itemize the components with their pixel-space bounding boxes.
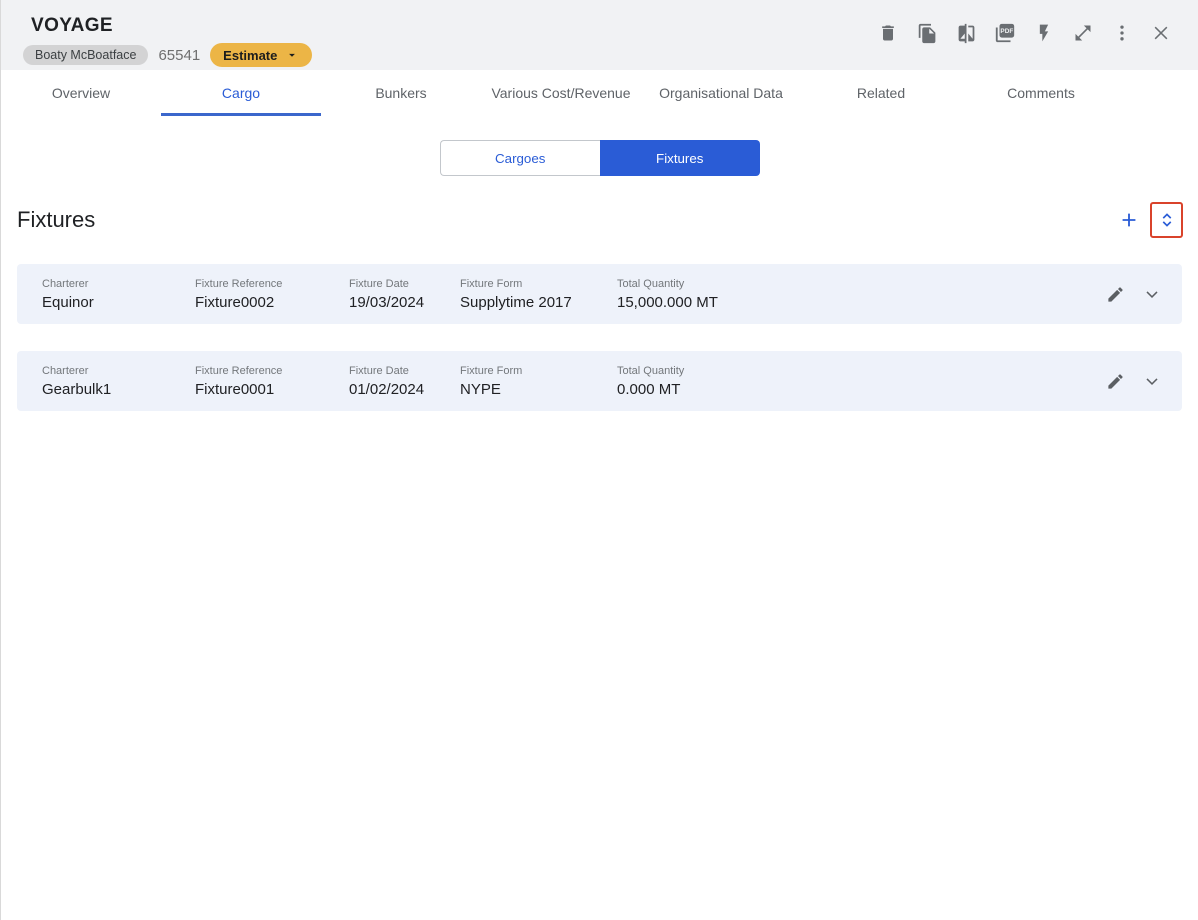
expand-row-button[interactable]	[1140, 282, 1164, 306]
expand-row-button[interactable]	[1140, 369, 1164, 393]
fixture-form-cell: Fixture Form Supplytime 2017	[460, 278, 617, 311]
fixture-row[interactable]: Charterer Gearbulk1 Fixture Reference Fi…	[17, 351, 1182, 411]
fixture-reference-label: Fixture Reference	[195, 365, 349, 377]
total-quantity-label: Total Quantity	[617, 365, 1103, 377]
charterer-label: Charterer	[42, 278, 195, 290]
fixture-form-value: Supplytime 2017	[460, 294, 617, 311]
duplicate-button[interactable]	[916, 22, 938, 44]
toggle-fixtures[interactable]: Fixtures	[600, 140, 760, 176]
fixture-date-cell: Fixture Date 01/02/2024	[349, 365, 460, 398]
edit-fixture-button[interactable]	[1103, 369, 1127, 393]
charterer-cell: Charterer Gearbulk1	[42, 365, 195, 398]
charterer-value: Gearbulk1	[42, 381, 195, 398]
tab-label: Comments	[1007, 85, 1075, 101]
expand-icon	[1073, 23, 1093, 43]
total-quantity-value: 0.000 MT	[617, 381, 1103, 398]
fixture-date-cell: Fixture Date 19/03/2024	[349, 278, 460, 311]
fixture-reference-value: Fixture0002	[195, 294, 349, 311]
view-toggle-wrap: Cargoes Fixtures	[1, 140, 1198, 176]
section-actions	[1117, 202, 1183, 238]
fixture-reference-value: Fixture0001	[195, 381, 349, 398]
charterer-cell: Charterer Equinor	[42, 278, 195, 311]
fixture-reference-cell: Fixture Reference Fixture0002	[195, 278, 349, 311]
tab-overview[interactable]: Overview	[1, 70, 161, 116]
fixture-reference-cell: Fixture Reference Fixture0001	[195, 365, 349, 398]
svg-text:PDF: PDF	[1000, 28, 1013, 35]
compare-button[interactable]	[955, 22, 977, 44]
pencil-icon	[1106, 372, 1125, 391]
toggle-cargoes-label: Cargoes	[495, 151, 545, 166]
pdf-icon: PDF	[994, 22, 1016, 44]
toggle-cargoes[interactable]: Cargoes	[440, 140, 601, 176]
delete-icon	[878, 23, 898, 43]
fixtures-section-header: Fixtures	[1, 200, 1198, 240]
fixtures-list: Charterer Equinor Fixture Reference Fixt…	[1, 264, 1198, 411]
tab-various-cost-revenue[interactable]: Various Cost/Revenue	[481, 70, 641, 116]
header-subrow: Boaty McBoatface 65541 Estimate	[23, 43, 312, 67]
section-title: Fixtures	[17, 207, 95, 233]
sort-fixtures-button[interactable]	[1150, 202, 1183, 238]
fixture-date-label: Fixture Date	[349, 278, 460, 290]
flash-icon	[1034, 23, 1054, 43]
total-quantity-cell: Total Quantity 0.000 MT	[617, 365, 1103, 398]
header-toolbar: PDF	[877, 22, 1172, 44]
plus-icon	[1118, 209, 1140, 231]
tab-bar: Overview Cargo Bunkers Various Cost/Reve…	[1, 70, 1198, 116]
toggle-fixtures-label: Fixtures	[656, 151, 703, 166]
more-options-button[interactable]	[1111, 22, 1133, 44]
fixture-date-label: Fixture Date	[349, 365, 460, 377]
unfold-sort-icon	[1158, 210, 1176, 230]
edit-fixture-button[interactable]	[1103, 282, 1127, 306]
add-fixture-button[interactable]	[1117, 208, 1141, 232]
close-button[interactable]	[1150, 22, 1172, 44]
page-title: VOYAGE	[31, 15, 113, 37]
more-options-icon	[1112, 23, 1132, 43]
view-toggle: Cargoes Fixtures	[440, 140, 760, 176]
voyage-number: 65541	[158, 47, 200, 64]
copy-icon	[917, 23, 938, 44]
vessel-chip: Boaty McBoatface	[23, 45, 148, 66]
pencil-icon	[1106, 285, 1125, 304]
caret-down-icon	[285, 48, 299, 62]
chevron-down-icon	[1142, 284, 1162, 304]
quick-actions-button[interactable]	[1033, 22, 1055, 44]
total-quantity-label: Total Quantity	[617, 278, 1103, 290]
estimate-label: Estimate	[223, 48, 277, 63]
fixture-form-label: Fixture Form	[460, 278, 617, 290]
tab-label: Cargo	[222, 85, 260, 101]
tab-label: Bunkers	[375, 85, 426, 101]
fixture-date-value: 01/02/2024	[349, 381, 460, 398]
tab-related[interactable]: Related	[801, 70, 961, 116]
fullscreen-button[interactable]	[1072, 22, 1094, 44]
total-quantity-cell: Total Quantity 15,000.000 MT	[617, 278, 1103, 311]
compare-icon	[956, 23, 977, 44]
tab-label: Organisational Data	[659, 85, 783, 101]
row-actions	[1103, 369, 1164, 393]
tab-comments[interactable]: Comments	[961, 70, 1121, 116]
export-pdf-button[interactable]: PDF	[994, 22, 1016, 44]
tab-label: Related	[857, 85, 905, 101]
charterer-label: Charterer	[42, 365, 195, 377]
tab-cargo[interactable]: Cargo	[161, 70, 321, 116]
total-quantity-value: 15,000.000 MT	[617, 294, 1103, 311]
tab-organisational-data[interactable]: Organisational Data	[641, 70, 801, 116]
estimate-dropdown-button[interactable]: Estimate	[210, 43, 312, 67]
fixture-date-value: 19/03/2024	[349, 294, 460, 311]
tab-label: Overview	[52, 85, 110, 101]
tab-label: Various Cost/Revenue	[491, 85, 630, 101]
charterer-value: Equinor	[42, 294, 195, 311]
fixture-form-value: NYPE	[460, 381, 617, 398]
fixture-form-cell: Fixture Form NYPE	[460, 365, 617, 398]
close-icon	[1151, 23, 1171, 43]
delete-button[interactable]	[877, 22, 899, 44]
fixture-reference-label: Fixture Reference	[195, 278, 349, 290]
tab-bunkers[interactable]: Bunkers	[321, 70, 481, 116]
header: VOYAGE Boaty McBoatface 65541 Estimate P…	[1, 0, 1198, 70]
row-actions	[1103, 282, 1164, 306]
chevron-down-icon	[1142, 371, 1162, 391]
fixture-row[interactable]: Charterer Equinor Fixture Reference Fixt…	[17, 264, 1182, 324]
fixture-form-label: Fixture Form	[460, 365, 617, 377]
